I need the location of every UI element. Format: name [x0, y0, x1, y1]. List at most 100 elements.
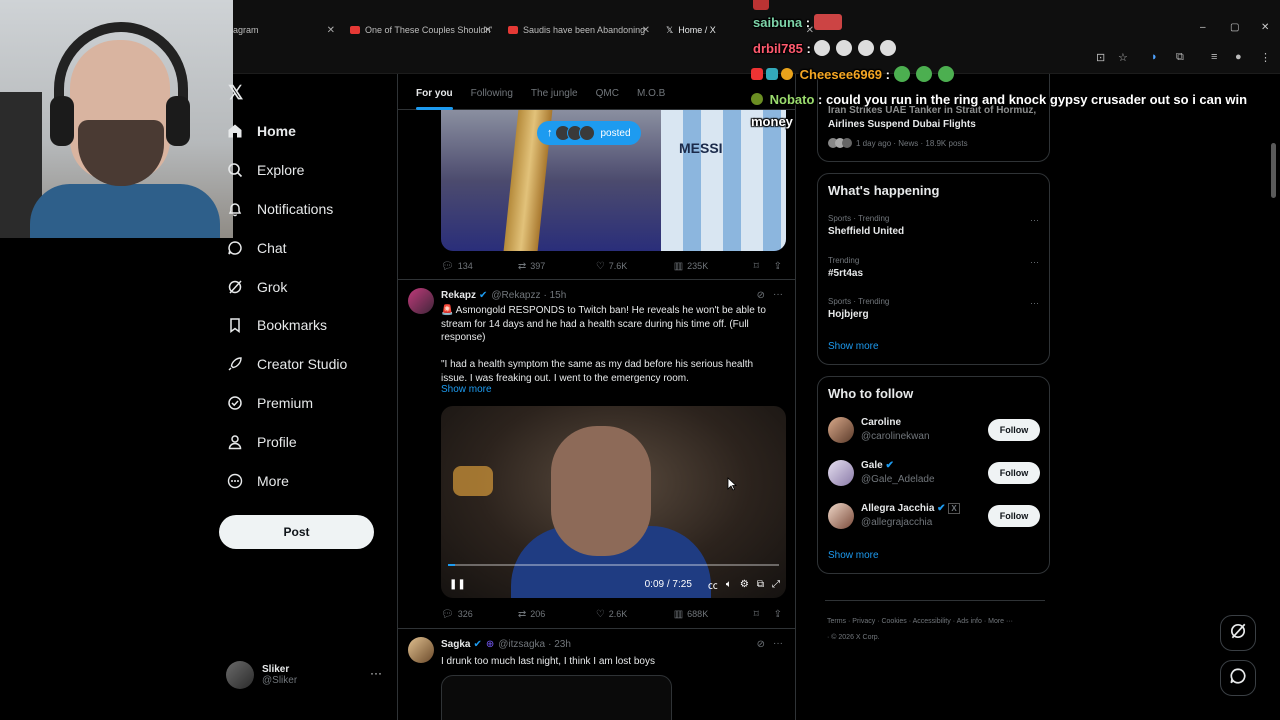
tweet-author-name[interactable]: Rekapz [441, 290, 476, 301]
nav-item-bookmarks[interactable]: Bookmarks [226, 306, 347, 345]
footer-link-cookies[interactable]: Cookies [881, 618, 906, 625]
video-player[interactable]: ❚❚ 0:09 / 7:25 ㏄ 🔈︎ ⚙ ⧉ ⤢ [441, 406, 786, 598]
grok-float-button[interactable] [1220, 615, 1256, 651]
follow-button[interactable]: Follow [988, 419, 1040, 441]
avatar[interactable] [408, 637, 434, 663]
tab-mob[interactable]: M.O.B [637, 74, 665, 110]
messages-float-button[interactable] [1220, 660, 1256, 696]
footer-link-privacy[interactable]: Privacy [852, 618, 875, 625]
captions-icon[interactable]: ㏄ [708, 577, 718, 592]
bookmark-button[interactable]: ⌑ [754, 609, 774, 620]
views-button[interactable]: ▥ 688K [674, 609, 754, 620]
media-controls-icon[interactable]: ≡ [1211, 51, 1217, 63]
follow-button[interactable]: Follow [988, 505, 1040, 527]
profile-avatar-icon[interactable]: ● [1235, 51, 1242, 63]
nav-label: Bookmarks [257, 317, 328, 334]
trend-more-icon[interactable]: ··· [1030, 215, 1039, 225]
footer-link-ads-info[interactable]: Ads info [957, 618, 982, 625]
chat-username: Cheesee6969 [799, 67, 883, 82]
window-minimize-button[interactable]: – [1200, 22, 1206, 33]
new-posts-pill[interactable]: ↑ posted [537, 121, 641, 145]
show-more-link[interactable]: Show more [828, 341, 879, 352]
show-more-link[interactable]: Show more [441, 384, 492, 395]
nav-item-grok[interactable]: Grok [226, 267, 347, 306]
repost-button[interactable]: ⇄ 206 [518, 609, 596, 620]
show-more-link[interactable]: Show more [828, 550, 879, 561]
pause-icon[interactable]: ❚❚ [449, 579, 466, 590]
tab-close-icon[interactable]: ✕ [642, 25, 650, 36]
trend-more-icon[interactable]: ··· [1030, 298, 1039, 308]
share-button[interactable]: ⇪ [774, 261, 786, 272]
follow-suggestion[interactable]: Allegra Jacchia ✔ X @allegrajacchia Foll… [828, 501, 1040, 533]
tab-following[interactable]: Following [471, 74, 513, 110]
tweet-author-handle[interactable]: @Rekapzz [491, 290, 540, 301]
nav-item-premium[interactable]: Premium [226, 384, 347, 423]
browser-tab[interactable]: agram ✕ [233, 20, 335, 40]
footer-link-more[interactable]: More ··· [988, 618, 1013, 625]
browser-menu-icon[interactable]: ⋮ [1260, 51, 1271, 64]
views-count: 235K [687, 261, 709, 271]
nav-item-profile[interactable]: Profile [226, 422, 347, 461]
account-more-icon[interactable]: ··· [370, 666, 382, 680]
share-button[interactable]: ⇪ [774, 609, 786, 620]
like-button[interactable]: ♡ 7.6K [596, 261, 674, 272]
nav-item-more[interactable]: More [226, 461, 347, 500]
news-headline: Iran Strikes UAE Tanker in Strait of Hor… [828, 104, 1036, 132]
follow-suggestion[interactable]: Gale ✔ @Gale_Adelade Follow [828, 458, 1040, 490]
tweet-media-image[interactable] [441, 675, 672, 720]
video-progress-bar[interactable] [448, 564, 779, 566]
trend-item[interactable]: Sports · Trending Sheffield United [828, 214, 904, 237]
tweet-author-handle[interactable]: @itzsagka [498, 639, 545, 650]
post-button[interactable]: Post [219, 515, 374, 549]
extension-icon[interactable]: ◗ [1151, 51, 1158, 63]
window-maximize-button[interactable]: ▢ [1230, 22, 1239, 33]
volume-icon[interactable]: 🔈︎ [726, 579, 732, 590]
settings-gear-icon[interactable]: ⚙ [740, 579, 749, 590]
grok-icon[interactable]: ⊘ [757, 639, 765, 650]
follow-button[interactable]: Follow [988, 462, 1040, 484]
reply-button[interactable]: 💬︎ 134 [441, 261, 518, 272]
tweet-author-name[interactable]: Sagka [441, 639, 470, 650]
install-app-icon[interactable]: ⊡ [1096, 51, 1105, 64]
footer-link-accessibility[interactable]: Accessibility [913, 618, 951, 625]
trend-item[interactable]: Trending #5rt4as [828, 256, 863, 279]
news-card[interactable]: Iran Strikes UAE Tanker in Strait of Hor… [817, 74, 1050, 162]
trend-item[interactable]: Sports · Trending Hojbjerg [828, 297, 889, 320]
nav-item-chat[interactable]: Chat [226, 228, 347, 267]
bookmark-star-icon[interactable]: ☆ [1118, 51, 1128, 64]
tweet-more-icon[interactable]: ··· [773, 289, 783, 300]
tweet-text: 🚨 Asmongold RESPONDS to Twitch ban! He r… [441, 305, 766, 343]
tab-close-icon[interactable]: ✕ [484, 25, 492, 36]
nav-item-explore[interactable]: Explore [226, 151, 347, 190]
picture-in-picture-icon[interactable]: ⧉ [757, 579, 764, 590]
repost-button[interactable]: ⇄ 397 [518, 261, 596, 272]
tab-the-jungle[interactable]: The jungle [531, 74, 578, 110]
nav-item-notifications[interactable]: Notifications [226, 190, 347, 229]
like-button[interactable]: ♡ 2.6K [596, 609, 674, 620]
nav-item-home[interactable]: Home [226, 112, 347, 151]
tweet-time[interactable]: · 23h [548, 639, 571, 650]
reply-button[interactable]: 💬︎ 326 [441, 609, 518, 620]
follow-suggestion[interactable]: Caroline @carolinekwan Follow [828, 415, 1040, 447]
nav-label: More [257, 472, 289, 489]
account-switcher[interactable]: Sliker @Sliker ··· [226, 658, 386, 692]
tab-for-you[interactable]: For you [416, 74, 453, 110]
bookmark-button[interactable]: ⌑ [754, 261, 774, 272]
browser-tab[interactable]: Saudis have been Abandoning ✕ [508, 20, 650, 40]
views-button[interactable]: ▥ 235K [674, 261, 754, 272]
tab-qmc[interactable]: QMC [596, 74, 619, 110]
extensions-puzzle-icon[interactable]: ⧉ [1176, 51, 1184, 64]
trend-more-icon[interactable]: ··· [1030, 257, 1039, 267]
browser-tab[interactable]: One of These Couples Shouldn't ✕ [350, 20, 492, 40]
page-scrollbar[interactable] [1271, 143, 1276, 198]
x-logo-icon[interactable]: 𝕏 [228, 82, 243, 105]
grok-icon[interactable]: ⊘ [757, 290, 765, 301]
nav-item-creator-studio[interactable]: Creator Studio [226, 345, 347, 384]
footer-link-terms[interactable]: Terms [827, 618, 846, 625]
window-close-button[interactable]: ✕ [1261, 22, 1269, 33]
tweet-more-icon[interactable]: ··· [773, 638, 783, 649]
tab-close-icon[interactable]: ✕ [327, 25, 335, 36]
fullscreen-icon[interactable]: ⤢ [772, 579, 780, 590]
tweet-time[interactable]: · 15h [543, 290, 566, 301]
avatar[interactable] [408, 288, 434, 314]
